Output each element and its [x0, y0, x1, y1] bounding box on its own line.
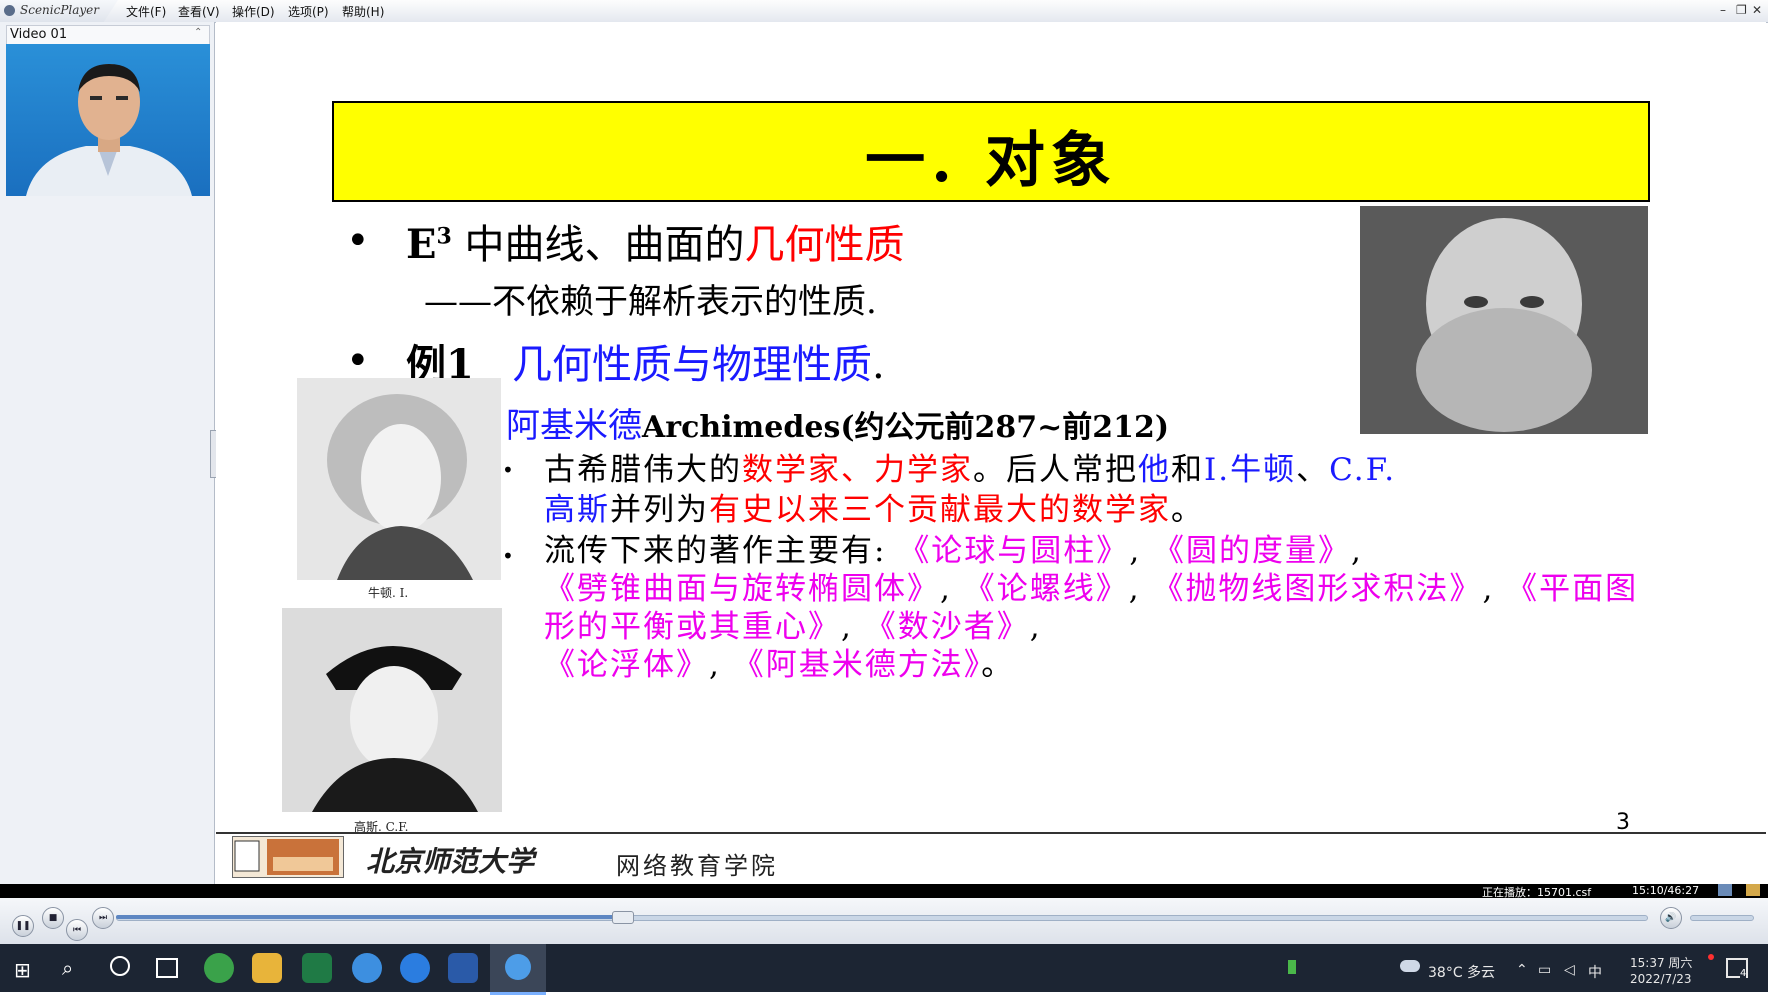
- ime-indicator[interactable]: 中: [1588, 962, 1602, 982]
- menu-options[interactable]: 选项(P): [288, 3, 329, 20]
- newton-caption: 牛顿. I.: [368, 586, 409, 600]
- word-icon[interactable]: [448, 953, 478, 983]
- app-icon-2[interactable]: [352, 953, 382, 983]
- close-button[interactable]: ✕: [1752, 3, 1762, 17]
- works-list: 流传下来的著作主要有: 《论球与圆柱》, 《圆的度量》, 《劈锥曲面与旋转椭圆体》…: [544, 533, 1639, 683]
- menu-file[interactable]: 文件(F): [126, 3, 166, 20]
- tray-chevron-icon[interactable]: ⌃: [1516, 962, 1528, 978]
- app-logo-icon: [4, 5, 15, 16]
- collapse-icon[interactable]: ⌃: [194, 27, 202, 38]
- volume-slider[interactable]: [1690, 915, 1754, 921]
- clock-date[interactable]: 2022/7/23: [1630, 972, 1692, 986]
- menu-view[interactable]: 查看(V): [178, 3, 220, 20]
- excel-icon[interactable]: [302, 953, 332, 983]
- bullet1-subtitle: ——不依赖于解析表示的性质.: [424, 282, 877, 322]
- portrait-icon: [297, 378, 501, 580]
- cortana-icon[interactable]: [110, 956, 130, 976]
- bullet1-text: E3 中曲线、曲面的几何性质: [406, 221, 905, 268]
- sub-bullet-dot: •: [502, 544, 514, 568]
- task-view-icon[interactable]: [156, 958, 178, 978]
- newton-portrait-image: [297, 378, 501, 580]
- university-logo-icon: [232, 836, 344, 878]
- seek-thumb[interactable]: [612, 911, 634, 924]
- stop-button[interactable]: ■: [42, 907, 64, 929]
- presenter-icon: [26, 64, 192, 196]
- weather-icon[interactable]: [1400, 960, 1420, 972]
- edge-icon[interactable]: [400, 953, 430, 983]
- next-button[interactable]: ⏭: [92, 907, 114, 929]
- snapshot-icon[interactable]: [1718, 884, 1732, 896]
- time-readout: 15:10/46:27: [1632, 884, 1700, 897]
- folder-icon[interactable]: [1746, 884, 1760, 896]
- player-controls: [0, 898, 1768, 944]
- pause-button[interactable]: ❚❚: [12, 915, 34, 937]
- speaker-icon[interactable]: ◁: [1564, 962, 1575, 978]
- sub-bullet-dot: •: [502, 458, 514, 482]
- file-explorer-icon[interactable]: [252, 953, 282, 983]
- player-taskbar-button[interactable]: [490, 944, 546, 995]
- network-icon[interactable]: ▭: [1538, 962, 1551, 978]
- search-icon[interactable]: ⌕: [62, 956, 73, 980]
- menu-operate[interactable]: 操作(D): [232, 3, 275, 20]
- bust-icon: [1360, 206, 1648, 434]
- archimedes-bust-image: [1360, 206, 1648, 434]
- archimedes-description: 古希腊伟大的数学家、力学家。后人常把他和I.牛顿、C.F. 高斯并列为有史以来三个…: [544, 452, 1397, 528]
- restore-button[interactable]: ❐: [1736, 3, 1747, 17]
- gauss-portrait-image: [282, 608, 502, 812]
- slide-title: 一. 对象: [865, 126, 1117, 196]
- notification-dot: [1708, 954, 1714, 960]
- weather-text[interactable]: 38°C 多云: [1428, 962, 1495, 982]
- clock-time[interactable]: 15:37 周六: [1630, 954, 1692, 971]
- bullet-dot: •: [346, 218, 370, 264]
- seek-progress: [116, 915, 622, 919]
- footer-school-name: 北京师范大学: [366, 845, 535, 878]
- app-name: ScenicPlayer: [20, 3, 100, 17]
- footer-college-name: 网络教育学院: [616, 852, 778, 880]
- minimize-button[interactable]: –: [1720, 3, 1726, 17]
- battery-icon[interactable]: [1288, 960, 1296, 974]
- volume-icon[interactable]: 🔊: [1660, 907, 1682, 929]
- presenter-video[interactable]: [6, 44, 210, 196]
- start-button[interactable]: ⊞: [14, 958, 31, 982]
- video-label: Video 01: [10, 27, 68, 42]
- app-icon-1[interactable]: [204, 953, 234, 983]
- archimedes-heading: 阿基米德Archimedes(约公元前287~前212): [506, 406, 1170, 446]
- menu-help[interactable]: 帮助(H): [342, 3, 384, 20]
- prev-button[interactable]: ⏮: [66, 919, 88, 941]
- portrait-icon: [282, 608, 502, 812]
- notification-count: 4: [1740, 968, 1747, 979]
